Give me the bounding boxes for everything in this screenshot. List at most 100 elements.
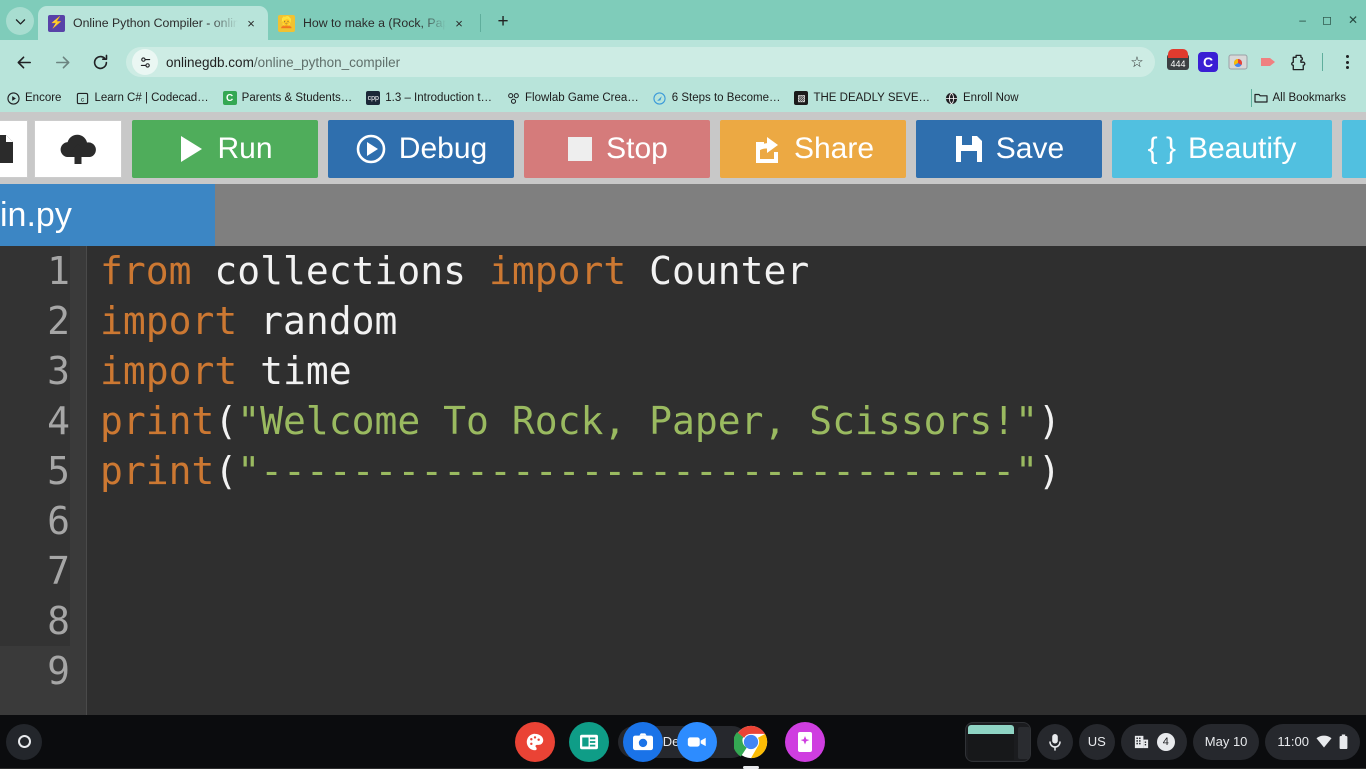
- play-arrow-icon: [1258, 54, 1278, 70]
- code-line: print("Welcome To Rock, Paper, Scissors!…: [100, 396, 1366, 446]
- browser-tab-1[interactable]: ⚡ Online Python Compiler - online ×: [38, 6, 268, 40]
- maximize-button[interactable]: ◻: [1322, 13, 1332, 27]
- browser-window: ⚡ Online Python Compiler - online × 👱 Ho…: [0, 0, 1366, 715]
- chrome-app-button[interactable]: [731, 722, 771, 762]
- code-token: print: [100, 449, 214, 493]
- screenshot-thumbnail[interactable]: [965, 722, 1031, 762]
- line-number: 1: [0, 246, 70, 296]
- share-button[interactable]: Share: [720, 120, 906, 178]
- code-line: [100, 646, 1366, 696]
- system-tray-button[interactable]: 11:00: [1265, 724, 1360, 760]
- bookmark-6-steps[interactable]: 6 Steps to Become…: [653, 91, 781, 105]
- code-token: random: [237, 299, 397, 343]
- bookmark-parents-students[interactable]: C Parents & Students…: [223, 91, 353, 105]
- status-area: US 4 May 10 11:00: [965, 722, 1360, 762]
- tab-close-button[interactable]: ×: [450, 14, 468, 32]
- code-line: from collections import Counter: [100, 246, 1366, 296]
- debug-button[interactable]: Debug: [328, 120, 514, 178]
- keyboard-language-button[interactable]: US: [1079, 724, 1115, 760]
- cards-app-button[interactable]: [785, 722, 825, 762]
- code-editor[interactable]: 123456789 from collections import Counte…: [0, 246, 1366, 715]
- save-button[interactable]: Save: [916, 120, 1102, 178]
- bookmark-introduction[interactable]: cpp 1.3 – Introduction t…: [366, 91, 492, 105]
- forward-button[interactable]: [46, 46, 78, 78]
- line-number-gutter: 123456789: [0, 246, 86, 715]
- slides-app-button[interactable]: [569, 722, 609, 762]
- bookmark-flowlab[interactable]: Flowlab Game Crea…: [506, 91, 639, 105]
- paint-app-button[interactable]: [515, 722, 555, 762]
- tab-close-button[interactable]: ×: [242, 14, 260, 32]
- code-token: print: [100, 399, 214, 443]
- file-icon: [0, 133, 17, 165]
- code-token: ): [1038, 449, 1061, 493]
- tab-strip: ⚡ Online Python Compiler - online × 👱 Ho…: [0, 0, 1366, 40]
- green-c-icon: C: [223, 91, 237, 105]
- bookmarks-divider: [1251, 89, 1252, 107]
- code-line: [100, 496, 1366, 546]
- bookmark-enroll-now[interactable]: Enroll Now: [944, 91, 1019, 105]
- date-button[interactable]: May 10: [1193, 724, 1260, 760]
- video-camera-icon: [686, 734, 708, 750]
- save-label: Save: [996, 132, 1064, 166]
- all-bookmarks-button[interactable]: All Bookmarks: [1254, 91, 1347, 105]
- enterprise-notifications-button[interactable]: 4: [1121, 724, 1187, 760]
- bookmark-label: Encore: [25, 92, 61, 104]
- c-extension-icon[interactable]: C: [1197, 51, 1219, 73]
- code-token: import: [489, 249, 626, 293]
- upload-button[interactable]: [34, 120, 122, 178]
- bookmark-label: Enroll Now: [963, 92, 1019, 104]
- enterprise-building-icon: [1133, 733, 1150, 750]
- code-token: time: [237, 349, 351, 393]
- close-window-button[interactable]: ✕: [1348, 13, 1358, 27]
- address-bar[interactable]: onlinegdb.com/online_python_compiler ☆: [126, 47, 1155, 77]
- photos-extension-icon[interactable]: [1227, 51, 1249, 73]
- minimize-button[interactable]: –: [1299, 13, 1306, 27]
- run-button[interactable]: Run: [132, 120, 318, 178]
- camera-app-button[interactable]: [623, 722, 663, 762]
- bookmark-label: Learn C# | Codecad…: [94, 92, 208, 104]
- video-extension-icon[interactable]: [1257, 51, 1279, 73]
- svg-text:c: c: [81, 96, 85, 103]
- toolbar-divider: [1322, 53, 1323, 71]
- stop-button[interactable]: Stop: [524, 120, 710, 178]
- line-number: 5: [0, 446, 70, 496]
- code-content[interactable]: from collections import Counterimport ra…: [86, 246, 1366, 715]
- camera-icon: [632, 732, 654, 752]
- browser-tab-2[interactable]: 👱 How to make a (Rock, Paper, S ×: [268, 6, 476, 40]
- file-tab-main[interactable]: in.py: [0, 184, 215, 246]
- line-number: 7: [0, 546, 70, 596]
- back-arrow-icon: [15, 53, 34, 72]
- back-button[interactable]: [8, 46, 40, 78]
- bookmark-star-icon[interactable]: ☆: [1123, 48, 1151, 76]
- tab-divider: [480, 14, 481, 32]
- extension-c-label: C: [1198, 52, 1218, 72]
- bookmark-codecademy[interactable]: c Learn C# | Codecad…: [75, 91, 208, 105]
- new-tab-button[interactable]: +: [489, 8, 517, 36]
- reload-button[interactable]: [84, 46, 116, 78]
- chrome-icon: [734, 725, 768, 759]
- browser-toolbar: onlinegdb.com/online_python_compiler ☆ 4…: [0, 40, 1366, 84]
- beautify-button[interactable]: { } Beautify: [1112, 120, 1332, 178]
- bookmark-encore[interactable]: Encore: [6, 91, 61, 105]
- bookmark-deadly-seven[interactable]: ▨ THE DEADLY SEVE…: [794, 91, 930, 105]
- photo-gallery-icon: [1228, 53, 1248, 71]
- more-tools-button[interactable]: [1342, 120, 1366, 178]
- three-dot-menu-icon[interactable]: [1336, 55, 1358, 69]
- microphone-icon: [1047, 733, 1063, 751]
- bookmark-label: THE DEADLY SEVE…: [813, 92, 930, 104]
- share-label: Share: [794, 132, 874, 166]
- code-token: collections: [192, 249, 489, 293]
- microphone-button[interactable]: [1037, 724, 1073, 760]
- shelf-app-list: [515, 722, 825, 762]
- site-settings-icon: [138, 55, 153, 70]
- zoom-app-button[interactable]: [677, 722, 717, 762]
- tab-search-button[interactable]: [6, 7, 34, 35]
- new-file-button[interactable]: [0, 120, 28, 178]
- debug-label: Debug: [399, 132, 487, 166]
- puzzle-extensions-icon[interactable]: [1287, 51, 1309, 73]
- codecademy-icon: c: [75, 91, 89, 105]
- badge-extension-icon[interactable]: 444: [1167, 51, 1189, 73]
- launcher-button[interactable]: [6, 724, 42, 760]
- site-settings-button[interactable]: [132, 49, 158, 75]
- date-label: May 10: [1205, 734, 1248, 749]
